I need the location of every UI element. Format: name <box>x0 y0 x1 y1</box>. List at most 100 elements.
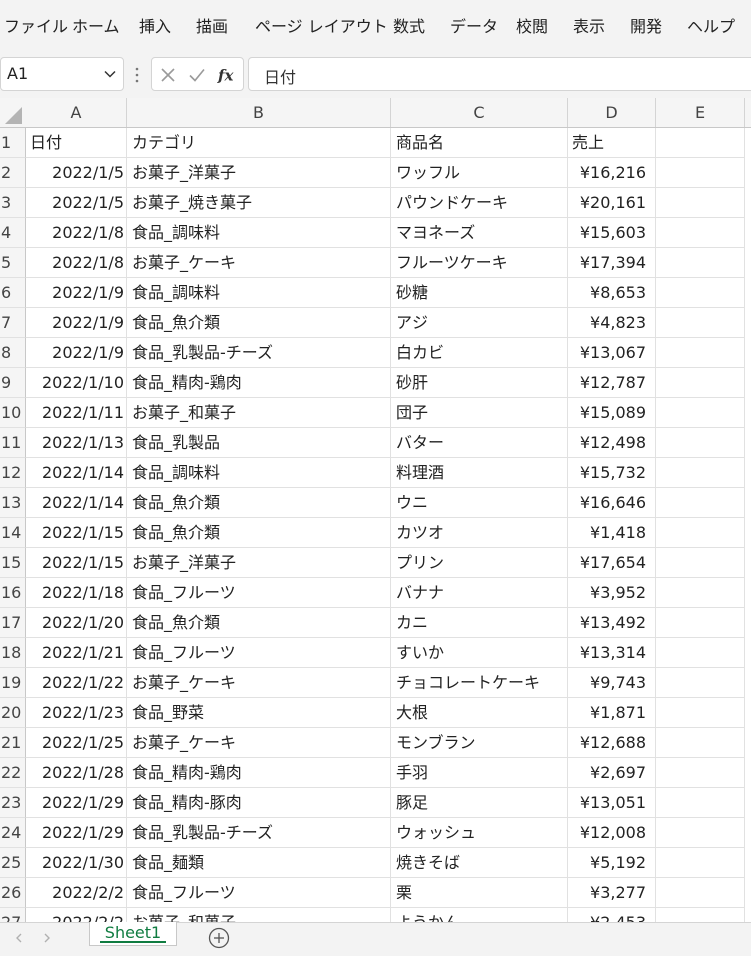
row-header[interactable]: 14 <box>0 518 26 548</box>
cell-product[interactable]: ウニ <box>391 488 568 518</box>
cell-category[interactable]: 食品_魚介類 <box>127 308 391 338</box>
row-header[interactable]: 26 <box>0 878 26 908</box>
tab-insert[interactable]: 挿入 <box>139 14 171 40</box>
cell-product[interactable]: 砂糖 <box>391 278 568 308</box>
tab-help[interactable]: ヘルプ <box>687 14 735 40</box>
cell-date[interactable]: 2022/2/2 <box>26 908 127 922</box>
name-box[interactable]: A1 <box>0 57 124 91</box>
chevron-right-icon[interactable] <box>40 931 54 945</box>
row-header[interactable]: 8 <box>0 338 26 368</box>
cell-empty[interactable] <box>656 698 745 728</box>
cell-sales[interactable]: ¥12,008 <box>568 818 656 848</box>
cell-product[interactable]: アジ <box>391 308 568 338</box>
more-options-icon[interactable] <box>132 65 142 85</box>
cell-empty[interactable] <box>656 218 745 248</box>
cell-category[interactable]: 食品_精肉-鶏肉 <box>127 368 391 398</box>
tab-file[interactable]: ファイル <box>4 14 68 40</box>
cell-product[interactable]: 大根 <box>391 698 568 728</box>
row-header[interactable]: 16 <box>0 578 26 608</box>
cell-empty[interactable] <box>656 638 745 668</box>
cell-product[interactable]: カニ <box>391 608 568 638</box>
cell-category[interactable]: 食品_精肉-豚肉 <box>127 788 391 818</box>
row-header[interactable]: 2 <box>0 158 26 188</box>
cell-category[interactable]: お菓子_ケーキ <box>127 248 391 278</box>
cell-category[interactable]: 食品_フルーツ <box>127 878 391 908</box>
cell-sales[interactable]: ¥2,697 <box>568 758 656 788</box>
row-header[interactable]: 20 <box>0 698 26 728</box>
cell-sales[interactable]: ¥13,314 <box>568 638 656 668</box>
cell-sales[interactable]: ¥1,871 <box>568 698 656 728</box>
cell-sales[interactable]: ¥1,418 <box>568 518 656 548</box>
tab-page-layout[interactable]: ページ レイアウト <box>255 14 388 40</box>
row-header[interactable]: 27 <box>0 908 26 922</box>
cell-empty[interactable] <box>656 548 745 578</box>
cell-date[interactable]: 2022/2/2 <box>26 878 127 908</box>
cell-sales[interactable]: ¥4,823 <box>568 308 656 338</box>
cell-category[interactable]: 食品_調味料 <box>127 278 391 308</box>
cell-date[interactable]: 2022/1/21 <box>26 638 127 668</box>
cell-empty[interactable] <box>656 458 745 488</box>
cell-date[interactable]: 2022/1/5 <box>26 188 127 218</box>
cell-date[interactable]: 2022/1/14 <box>26 488 127 518</box>
cell-date[interactable]: 2022/1/9 <box>26 308 127 338</box>
enter-icon[interactable] <box>188 66 206 84</box>
tab-home[interactable]: ホーム <box>72 14 120 40</box>
cell-product[interactable]: 団子 <box>391 398 568 428</box>
cell-product[interactable]: 料理酒 <box>391 458 568 488</box>
cell-date[interactable]: 2022/1/15 <box>26 548 127 578</box>
cell-date[interactable]: 2022/1/10 <box>26 368 127 398</box>
cell-category[interactable]: お菓子_和菓子 <box>127 398 391 428</box>
cell-sales[interactable]: 売上 <box>568 128 656 158</box>
chevron-down-icon[interactable] <box>103 67 117 81</box>
cell-date[interactable]: 2022/1/25 <box>26 728 127 758</box>
cell-category[interactable]: お菓子_焼き菓子 <box>127 188 391 218</box>
cell-empty[interactable] <box>656 338 745 368</box>
cell-sales[interactable]: ¥17,394 <box>568 248 656 278</box>
cell-product[interactable]: 商品名 <box>391 128 568 158</box>
cancel-icon[interactable] <box>159 66 177 84</box>
cell-date[interactable]: 2022/1/8 <box>26 218 127 248</box>
cell-category[interactable]: 食品_フルーツ <box>127 638 391 668</box>
function-icon[interactable]: fx <box>217 66 237 85</box>
cell-sales[interactable]: ¥20,161 <box>568 188 656 218</box>
cell-sales[interactable]: ¥2,453 <box>568 908 656 922</box>
cell-sales[interactable]: ¥12,688 <box>568 728 656 758</box>
cell-category[interactable]: 食品_精肉-鶏肉 <box>127 758 391 788</box>
cell-empty[interactable] <box>656 608 745 638</box>
cell-product[interactable]: モンブラン <box>391 728 568 758</box>
cell-date[interactable]: 2022/1/15 <box>26 518 127 548</box>
row-header[interactable]: 1 <box>0 128 26 158</box>
cell-product[interactable]: マヨネーズ <box>391 218 568 248</box>
cell-sales[interactable]: ¥8,653 <box>568 278 656 308</box>
cell-category[interactable]: 食品_魚介類 <box>127 608 391 638</box>
cell-sales[interactable]: ¥15,732 <box>568 458 656 488</box>
column-header-c[interactable]: C <box>391 98 568 127</box>
cell-sales[interactable]: ¥5,192 <box>568 848 656 878</box>
cell-sales[interactable]: ¥15,089 <box>568 398 656 428</box>
tab-view[interactable]: 表示 <box>573 14 605 40</box>
cell-sales[interactable]: ¥3,277 <box>568 878 656 908</box>
column-header-d[interactable]: D <box>568 98 656 127</box>
formula-input[interactable]: 日付 <box>248 57 751 91</box>
row-header[interactable]: 11 <box>0 428 26 458</box>
column-header-b[interactable]: B <box>127 98 391 127</box>
cell-empty[interactable] <box>656 128 745 158</box>
cell-date[interactable]: 2022/1/22 <box>26 668 127 698</box>
cell-date[interactable]: 2022/1/11 <box>26 398 127 428</box>
cell-product[interactable]: 豚足 <box>391 788 568 818</box>
row-header[interactable]: 24 <box>0 818 26 848</box>
cell-date[interactable]: 2022/1/30 <box>26 848 127 878</box>
row-header[interactable]: 25 <box>0 848 26 878</box>
column-header-a[interactable]: A <box>26 98 127 127</box>
cell-date[interactable]: 2022/1/23 <box>26 698 127 728</box>
cell-sales[interactable]: ¥9,743 <box>568 668 656 698</box>
tab-developer[interactable]: 開発 <box>630 14 662 40</box>
cell-sales[interactable]: ¥3,952 <box>568 578 656 608</box>
cell-date[interactable]: 2022/1/20 <box>26 608 127 638</box>
cell-empty[interactable] <box>656 728 745 758</box>
cell-empty[interactable] <box>656 158 745 188</box>
cell-empty[interactable] <box>656 248 745 278</box>
cell-sales[interactable]: ¥16,646 <box>568 488 656 518</box>
cell-category[interactable]: 食品_乳製品-チーズ <box>127 818 391 848</box>
cell-empty[interactable] <box>656 668 745 698</box>
